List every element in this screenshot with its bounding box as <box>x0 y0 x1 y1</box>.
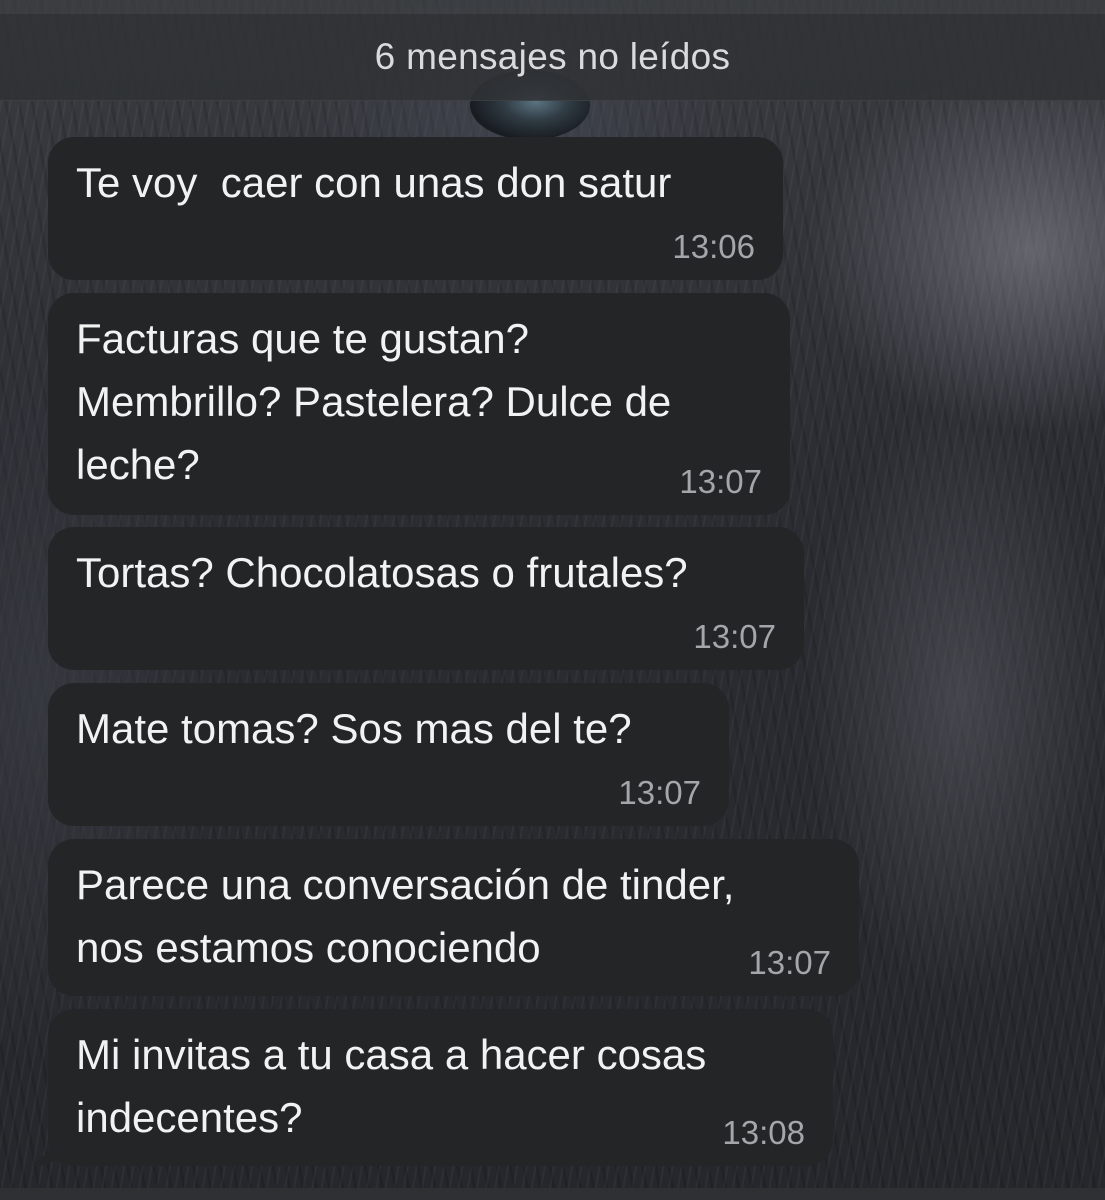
message-time: 13:07 <box>618 774 701 811</box>
message-time: 13:07 <box>693 618 776 655</box>
bottom-strip <box>0 1188 1105 1200</box>
message-bubble-3[interactable]: Tortas? Chocolatosas o frutales? 13:07 <box>48 527 804 670</box>
message-text: Mate tomas? Sos mas del te? <box>76 705 632 752</box>
message-time: 13:08 <box>722 1114 805 1151</box>
message-time: 13:07 <box>748 944 831 981</box>
top-strip <box>0 0 1105 14</box>
unread-count-label: 6 mensajes no leídos <box>374 36 731 77</box>
message-text: Te voy caer con unas don satur <box>76 159 672 206</box>
message-bubble-2[interactable]: Facturas que te gustan? Membrillo? Paste… <box>48 293 790 515</box>
message-bubble-5[interactable]: Parece una conversación de tinder, nos e… <box>48 839 859 996</box>
message-text: Parece una conversación de tinder, nos e… <box>76 861 735 971</box>
message-bubble-6[interactable]: Mi invitas a tu casa a hacer cosas indec… <box>48 1009 833 1166</box>
message-text: Tortas? Chocolatosas o frutales? <box>76 549 688 596</box>
message-time: 13:06 <box>672 228 755 265</box>
message-time: 13:07 <box>679 463 762 500</box>
unread-messages-banner: 6 mensajes no leídos <box>0 14 1105 101</box>
message-text: Facturas que te gustan? Membrillo? Paste… <box>76 315 672 488</box>
message-bubble-4[interactable]: Mate tomas? Sos mas del te? 13:07 <box>48 683 729 826</box>
message-text: Mi invitas a tu casa a hacer cosas indec… <box>76 1031 707 1141</box>
message-bubble-1[interactable]: Te voy caer con unas don satur 13:06 <box>48 137 783 280</box>
